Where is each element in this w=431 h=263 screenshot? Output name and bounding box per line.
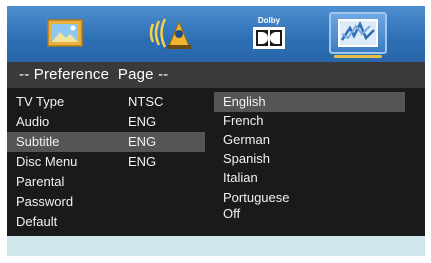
option-off[interactable]: Off (214, 204, 405, 224)
setting-label: Audio (16, 114, 50, 129)
option-label: Spanish (223, 151, 270, 166)
option-label: English (223, 94, 266, 109)
page-title: -- Preference Page -- (19, 66, 169, 83)
settings-panel: TV Type NTSC Audio ENG Subtitle ENG Disc… (7, 88, 425, 236)
setting-row-tv-type[interactable]: TV Type NTSC (7, 92, 205, 112)
setting-row-password[interactable]: Password (7, 192, 205, 212)
setting-value: ENG (128, 154, 157, 169)
status-bar (7, 236, 425, 256)
setting-label: Disc Menu (16, 154, 78, 169)
option-german[interactable]: German (214, 130, 405, 150)
setup-icon-bar: Dolby (7, 6, 425, 62)
option-french[interactable]: French (214, 111, 405, 131)
page-title-bar: -- Preference Page -- (7, 62, 425, 88)
setting-label: Password (16, 194, 74, 209)
dolby-label: Dolby (258, 16, 281, 25)
setting-row-default[interactable]: Default (7, 212, 205, 232)
setting-value: ENG (128, 134, 157, 149)
setting-label: Subtitle (16, 134, 60, 149)
preference-icon (338, 19, 378, 47)
option-label: Portuguese (223, 190, 290, 205)
tab-dolby-setup[interactable]: Dolby (241, 12, 297, 54)
setting-label: Parental (16, 174, 65, 189)
option-spanish[interactable]: Spanish (214, 149, 405, 169)
option-label: German (223, 132, 270, 147)
setting-row-disc-menu[interactable]: Disc Menu ENG (7, 152, 205, 172)
tab-general-setup[interactable] (37, 12, 93, 54)
option-english[interactable]: English (214, 92, 405, 112)
selected-tab-indicator (334, 55, 382, 58)
option-label: Off (223, 206, 241, 221)
dvd-setup-screen: Dolby -- Preference Page -- TV Type NTSC (0, 0, 431, 263)
general-setup-icon (47, 19, 83, 47)
setting-label: Default (16, 214, 58, 229)
setting-value: ENG (128, 114, 157, 129)
dolby-digital-icon: Dolby (253, 16, 285, 49)
option-italian[interactable]: Italian (214, 168, 405, 188)
option-label: French (223, 113, 264, 128)
setting-row-audio[interactable]: Audio ENG (7, 112, 205, 132)
tab-preference[interactable] (329, 12, 387, 54)
setting-label: TV Type (16, 94, 65, 109)
setting-value: NTSC (128, 94, 164, 109)
setting-row-subtitle[interactable]: Subtitle ENG (7, 132, 205, 152)
audio-setup-icon (149, 18, 191, 49)
setting-row-parental[interactable]: Parental (7, 172, 205, 192)
option-label: Italian (223, 170, 258, 185)
tab-audio-setup[interactable] (143, 12, 199, 54)
